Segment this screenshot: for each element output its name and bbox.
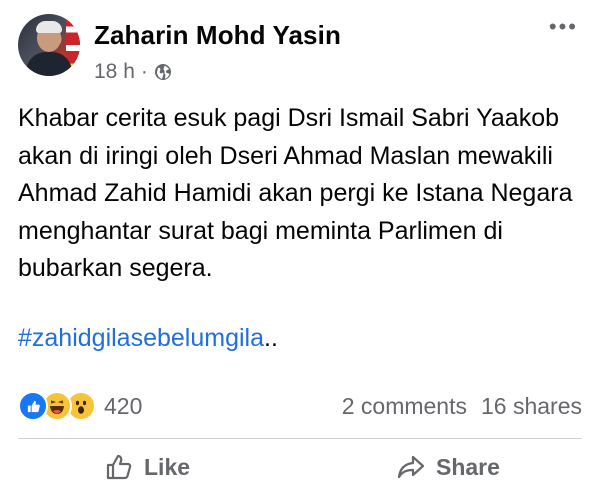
- author-name[interactable]: Zaharin Mohd Yasin: [94, 20, 341, 51]
- hashtag-line: #zahidgilasebelumgila..: [18, 322, 278, 354]
- thumbs-up-icon: [106, 454, 132, 480]
- post-time[interactable]: 18 h: [94, 60, 135, 84]
- globe-icon: [154, 63, 172, 81]
- share-label: Share: [436, 453, 500, 480]
- facebook-post: Zaharin Mohd Yasin 18 h · ••• Khabar cer…: [0, 0, 600, 492]
- post-meta: 18 h ·: [94, 60, 172, 84]
- comments-count[interactable]: 2 comments: [342, 393, 467, 420]
- avatar-hair: [36, 21, 62, 33]
- like-icon: [18, 391, 48, 421]
- shares-count[interactable]: 16 shares: [481, 393, 582, 420]
- reaction-count: 420: [104, 392, 143, 419]
- more-options-icon[interactable]: •••: [549, 16, 578, 38]
- like-button[interactable]: Like: [104, 450, 190, 484]
- post-body: Khabar cerita esuk pagi Dsri Ismail Sabr…: [18, 104, 573, 282]
- like-label: Like: [144, 453, 191, 480]
- share-arrow-icon: [397, 455, 425, 479]
- hashtag-suffix: ..: [264, 324, 278, 352]
- divider: [18, 438, 582, 439]
- share-button[interactable]: Share: [396, 450, 500, 484]
- engagement-stats: 2 comments 16 shares: [342, 393, 582, 420]
- hashtag-link[interactable]: #zahidgilasebelumgila: [18, 324, 264, 352]
- reaction-summary[interactable]: 420: [18, 391, 142, 421]
- meta-separator: ·: [140, 60, 148, 83]
- avatar[interactable]: [18, 14, 80, 76]
